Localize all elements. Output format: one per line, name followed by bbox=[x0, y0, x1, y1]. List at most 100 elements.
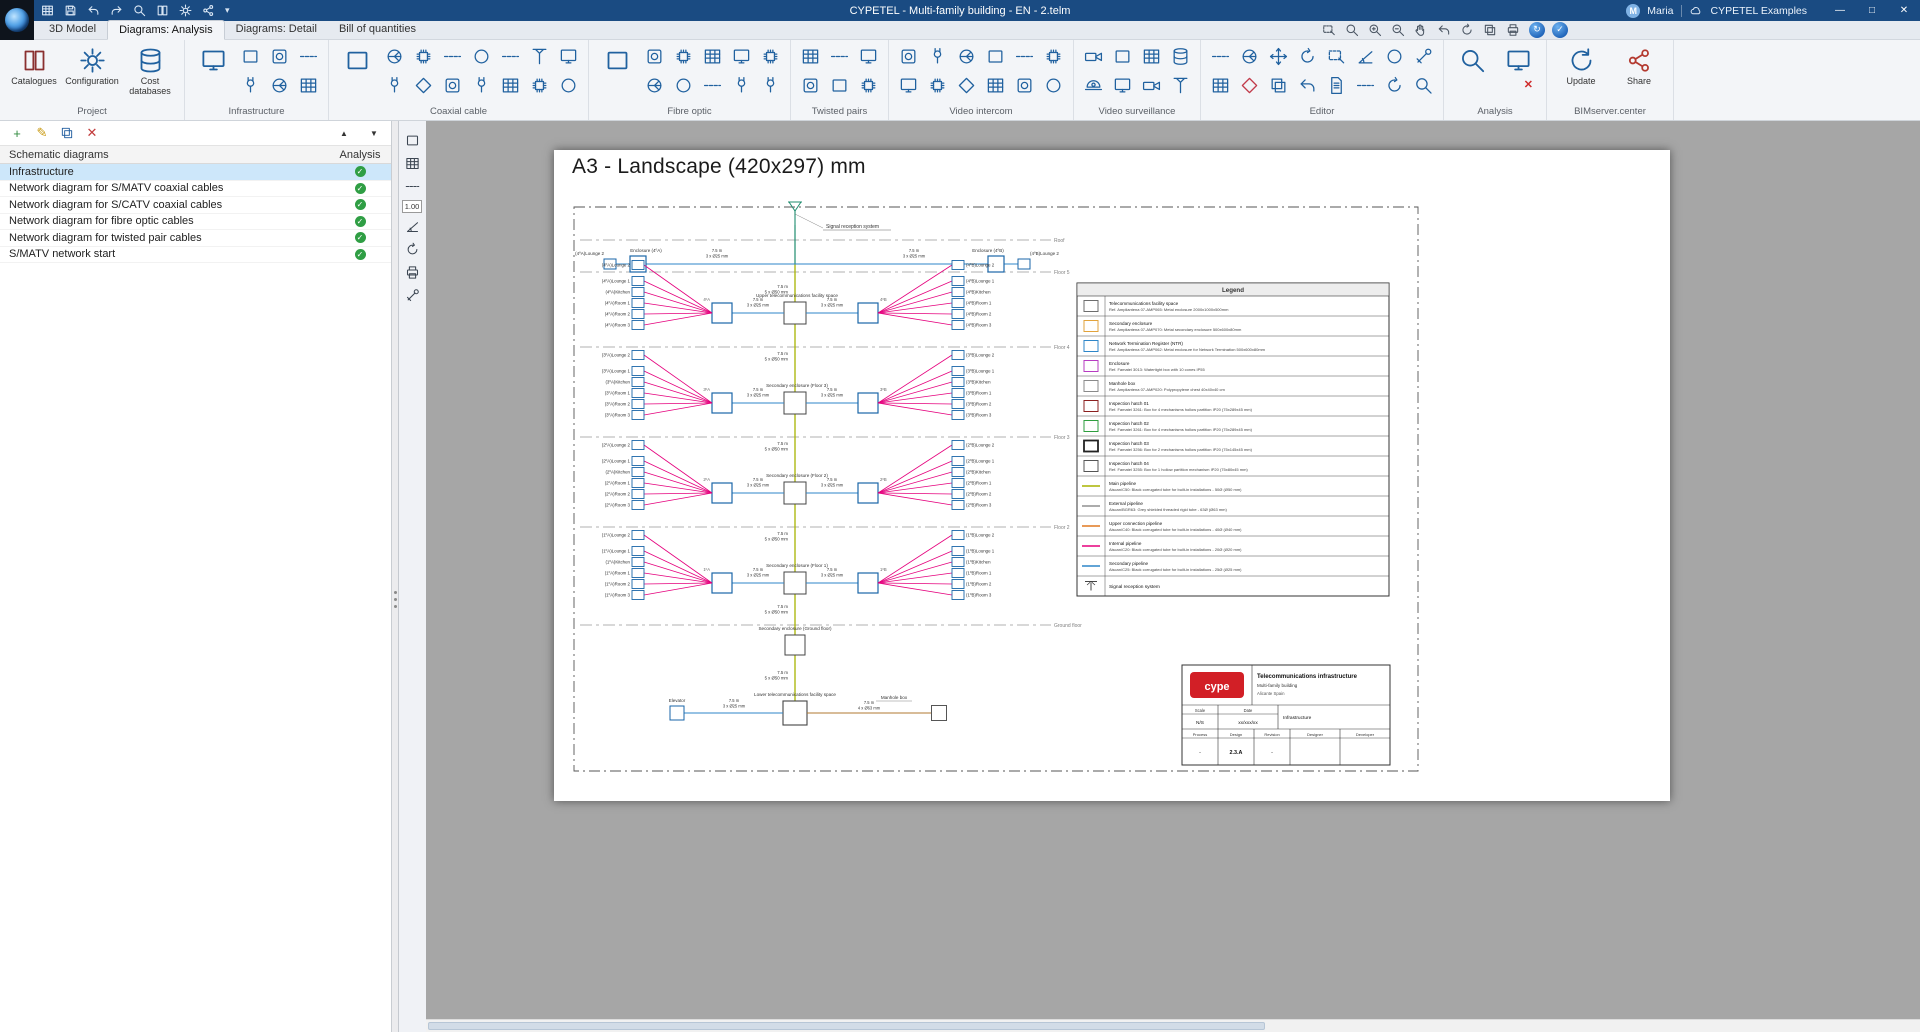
diagram-list-item[interactable]: Network diagram for twisted pair cables ✓ bbox=[0, 230, 391, 247]
router-button[interactable] bbox=[854, 42, 883, 71]
quick-access-dropdown-icon[interactable]: ▾ bbox=[222, 5, 233, 16]
video-distributor-button[interactable] bbox=[952, 42, 981, 71]
move-button[interactable] bbox=[1264, 42, 1293, 71]
diagram-list-item[interactable]: Infrastructure ✓ bbox=[0, 164, 391, 181]
tab-diagrams-detail[interactable]: Diagrams: Detail bbox=[225, 20, 328, 39]
tab-diagrams-analysis[interactable]: Diagrams: Analysis bbox=[107, 20, 225, 40]
insert-table-button[interactable] bbox=[1206, 71, 1235, 100]
bimserver-sync-icon[interactable]: ↻ bbox=[1529, 21, 1545, 38]
distribution-box-button[interactable] bbox=[669, 42, 698, 71]
diagram-list-item[interactable]: Network diagram for S/MATV coaxial cable… bbox=[0, 181, 391, 197]
switch-button[interactable] bbox=[825, 71, 854, 100]
drawing-page[interactable]: A3 - Landscape (420x297) mm Roof Floor 5F… bbox=[554, 150, 1670, 801]
text-button[interactable] bbox=[1322, 71, 1351, 100]
edit-diagram-button[interactable]: ✎ bbox=[35, 125, 49, 141]
circle-button[interactable] bbox=[1380, 42, 1409, 71]
tap-button[interactable] bbox=[380, 71, 409, 100]
horizontal-scrollbar[interactable] bbox=[426, 1019, 1920, 1032]
redraw-button[interactable] bbox=[1457, 21, 1476, 38]
bullet-camera-button[interactable] bbox=[1079, 42, 1108, 71]
fibre-cable-button[interactable] bbox=[698, 71, 727, 100]
scale-button[interactable] bbox=[1322, 42, 1351, 71]
recorder-dvr-button[interactable] bbox=[1108, 42, 1137, 71]
diagram-list-item[interactable]: Network diagram for fibre optic cables ✓ bbox=[0, 214, 391, 230]
regenerate-button[interactable] bbox=[402, 240, 422, 259]
cable-tray-button[interactable] bbox=[294, 42, 323, 71]
manhole-button[interactable] bbox=[265, 71, 294, 100]
print-button[interactable] bbox=[402, 263, 422, 282]
mirror-button[interactable] bbox=[1293, 71, 1322, 100]
coaxial-enclosure-button[interactable] bbox=[334, 42, 380, 105]
export-icon[interactable] bbox=[199, 2, 218, 19]
utp-panel-button[interactable] bbox=[796, 42, 825, 71]
move-up-button[interactable]: ▲ bbox=[337, 129, 351, 138]
telecom-space-button[interactable] bbox=[190, 42, 236, 105]
lnb-button[interactable] bbox=[525, 42, 554, 71]
storage-button[interactable] bbox=[1166, 42, 1195, 71]
layers-button[interactable] bbox=[1480, 21, 1499, 38]
dome-camera-button[interactable] bbox=[1079, 71, 1108, 100]
user-name[interactable]: Maria bbox=[1647, 5, 1673, 17]
sheet-button[interactable] bbox=[402, 131, 422, 150]
app-logo[interactable] bbox=[0, 0, 34, 40]
zoom-window-button[interactable] bbox=[1319, 21, 1338, 38]
zoom-icon[interactable] bbox=[130, 2, 149, 19]
arc-button[interactable] bbox=[1380, 71, 1409, 100]
pau-button[interactable] bbox=[409, 42, 438, 71]
copy-button[interactable] bbox=[1264, 71, 1293, 100]
indoor-monitor-button[interactable] bbox=[894, 71, 923, 100]
delete-diagram-button[interactable]: ✕ bbox=[85, 125, 99, 141]
grid-button[interactable] bbox=[402, 154, 422, 173]
edit-elements-button[interactable] bbox=[1409, 42, 1438, 71]
sat-socket-button[interactable] bbox=[467, 42, 496, 71]
settings-icon[interactable] bbox=[176, 2, 195, 19]
optical-attenuator-button[interactable] bbox=[727, 71, 756, 100]
terminal-load-button[interactable] bbox=[554, 71, 583, 100]
pan-button[interactable] bbox=[1411, 21, 1430, 38]
drawing-canvas[interactable]: A3 - Landscape (420x297) mm Roof Floor 5F… bbox=[426, 121, 1920, 1032]
f-connector-button[interactable] bbox=[467, 71, 496, 100]
tab-3d-model[interactable]: 3D Model bbox=[38, 20, 107, 39]
user-avatar[interactable]: M bbox=[1626, 3, 1641, 18]
close-button[interactable]: ✕ bbox=[1888, 0, 1920, 21]
utp-cable-button[interactable] bbox=[825, 42, 854, 71]
network-tree-button[interactable] bbox=[294, 71, 323, 100]
node-diagram-button[interactable] bbox=[1235, 42, 1264, 71]
tab-bill-of-quantities[interactable]: Bill of quantities bbox=[328, 20, 427, 39]
diagram-list-item[interactable]: S/MATV network start ✓ bbox=[0, 247, 391, 263]
conduits-button[interactable] bbox=[236, 71, 265, 100]
analysis-errors-button[interactable]: ✕ bbox=[1495, 42, 1541, 105]
patch-panel-button[interactable] bbox=[698, 42, 727, 71]
wifi-antenna-button[interactable] bbox=[1166, 71, 1195, 100]
panel-splitter[interactable] bbox=[392, 121, 399, 1032]
scale-button[interactable]: 1.00 bbox=[402, 200, 422, 213]
dashed-line-button[interactable] bbox=[1206, 42, 1235, 71]
add-diagram-button[interactable]: + bbox=[10, 126, 24, 141]
pairs-pau-button[interactable] bbox=[854, 71, 883, 100]
door-station-button[interactable] bbox=[894, 42, 923, 71]
call-button-button[interactable] bbox=[1039, 71, 1068, 100]
zoom-in-button[interactable] bbox=[1365, 21, 1384, 38]
snap-button[interactable] bbox=[402, 177, 422, 196]
zoom-extents-button[interactable] bbox=[1342, 21, 1361, 38]
move-down-button[interactable]: ▼ bbox=[367, 129, 381, 138]
scrollbar-thumb[interactable] bbox=[428, 1022, 1265, 1030]
save-icon[interactable] bbox=[61, 2, 80, 19]
optical-rosette-button[interactable] bbox=[669, 71, 698, 100]
protractor-button[interactable] bbox=[402, 217, 422, 236]
cost-databases-button[interactable]: Cost databases bbox=[121, 42, 179, 105]
account-name[interactable]: CYPETEL Examples bbox=[1711, 5, 1807, 17]
catalogues-button[interactable]: Catalogues bbox=[5, 42, 63, 105]
handset-button[interactable] bbox=[923, 42, 952, 71]
eraser-button[interactable] bbox=[1235, 71, 1264, 100]
terminal-button[interactable] bbox=[1039, 42, 1068, 71]
diagram-list-item[interactable]: Network diagram for S/CATV coaxial cable… bbox=[0, 197, 391, 214]
power-supply-button[interactable] bbox=[923, 71, 952, 100]
update-button[interactable]: Update bbox=[1552, 42, 1610, 105]
minimize-button[interactable]: — bbox=[1824, 0, 1856, 21]
sc-connector-button[interactable] bbox=[756, 71, 785, 100]
riser-shaft-button[interactable] bbox=[236, 42, 265, 71]
rotate-button[interactable] bbox=[1293, 42, 1322, 71]
redo-icon[interactable] bbox=[107, 2, 126, 19]
print-view-button[interactable] bbox=[1503, 21, 1522, 38]
